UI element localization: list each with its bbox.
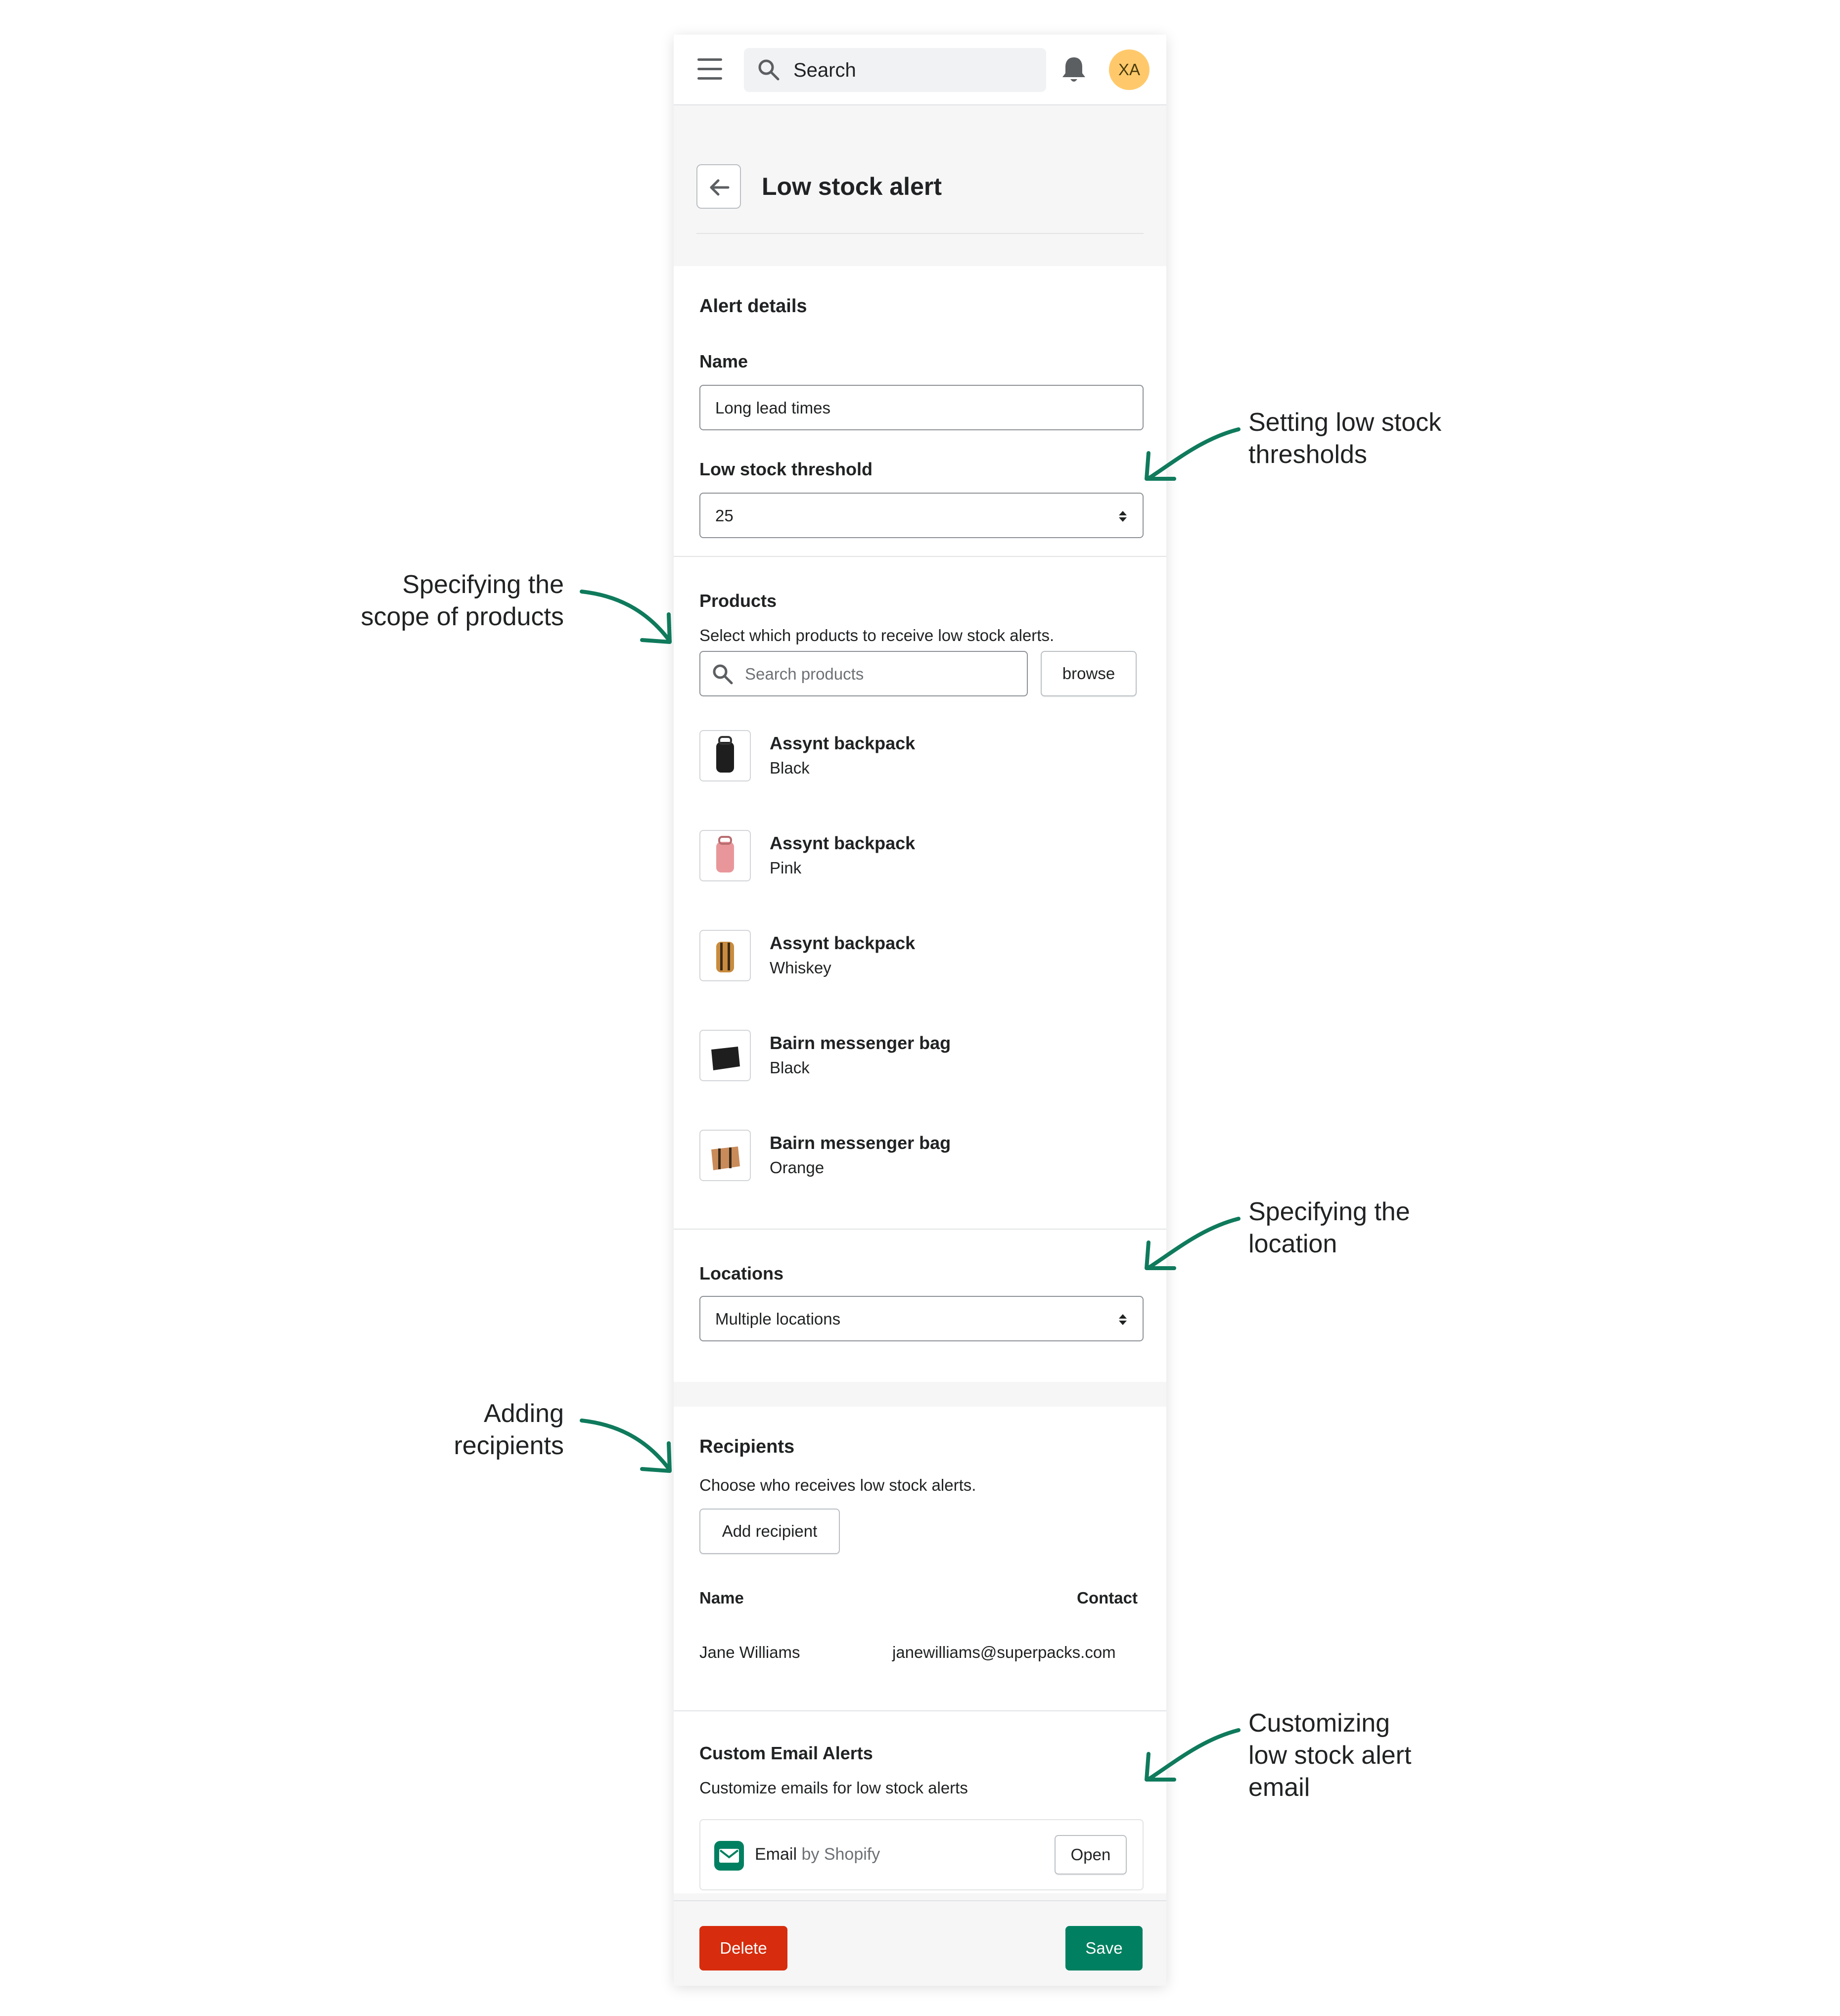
product-name: Assynt backpack (770, 933, 916, 953)
product-name: Assynt backpack (770, 833, 916, 853)
section-divider (674, 1229, 1166, 1230)
select-arrows-icon (1119, 511, 1127, 522)
annotation-recipients: Adding recipients (454, 1399, 564, 1460)
product-variant: Orange (770, 1158, 825, 1177)
open-button[interactable]: Open (1055, 1835, 1127, 1875)
products-heading: Products (699, 591, 777, 611)
annotation-email: Customizing low stock alert email (1248, 1709, 1412, 1802)
product-variant: Pink (770, 859, 802, 877)
product-thumbnail (699, 1030, 751, 1081)
products-help: Select which products to receive low sto… (699, 626, 1055, 644)
recipients-heading: Recipients (699, 1436, 795, 1457)
recipients-card: Recipients Choose who receives low stock… (674, 1407, 1166, 1893)
top-bar: Search XA (674, 35, 1166, 105)
product-thumbnail (699, 930, 751, 981)
product-variant: Whiskey (770, 959, 831, 977)
alert-details-heading: Alert details (699, 296, 807, 317)
product-item[interactable]: Bairn messenger bag Black (699, 1030, 1120, 1084)
product-thumbnail (699, 830, 751, 881)
global-search-input[interactable]: Search (744, 48, 1046, 92)
column-header-contact: Contact (1077, 1589, 1138, 1607)
annotation-location: Specifying the location (1248, 1197, 1410, 1258)
email-icon (714, 1841, 744, 1871)
product-item[interactable]: Assynt backpack Pink (699, 830, 1120, 884)
email-app-row: Email by Shopify Open (699, 1819, 1144, 1890)
email-app-name: Email by Shopify (755, 1845, 880, 1864)
page-title: Low stock alert (762, 173, 942, 200)
product-thumbnail (699, 1130, 751, 1181)
backpack-icon (716, 836, 734, 872)
threshold-label: Low stock threshold (699, 459, 873, 479)
threshold-value: 25 (715, 506, 734, 525)
backpack-icon (716, 736, 734, 773)
annotation-arrow-icon (580, 590, 672, 644)
name-label: Name (699, 351, 748, 371)
bell-icon[interactable] (1059, 54, 1088, 85)
add-recipient-button[interactable]: Add recipient (699, 1509, 840, 1554)
column-header-name: Name (699, 1589, 744, 1607)
browse-button[interactable]: browse (1041, 651, 1137, 696)
custom-email-heading: Custom Email Alerts (699, 1743, 873, 1763)
search-placeholder: Search (793, 59, 856, 81)
messenger-bag-icon (711, 1047, 740, 1070)
product-thumbnail (699, 730, 751, 781)
product-search-placeholder: Search products (745, 665, 864, 683)
annotation-arrow-icon (580, 1419, 672, 1473)
arrow-left-icon (710, 179, 730, 196)
recipients-help: Choose who receives low stock alerts. (699, 1476, 976, 1494)
section-divider (674, 1710, 1166, 1711)
messenger-bag-icon (711, 1146, 740, 1170)
search-icon (758, 59, 780, 81)
annotation-arrow-icon (1145, 1217, 1241, 1270)
backpack-icon (716, 942, 734, 972)
save-button[interactable]: Save (1065, 1926, 1143, 1970)
section-divider (674, 556, 1166, 557)
name-value: Long lead times (715, 399, 830, 417)
threshold-select[interactable]: 25 (699, 493, 1144, 538)
product-name: Bairn messenger bag (770, 1133, 951, 1153)
annotation-arrow-icon (1145, 1728, 1241, 1782)
recipient-contact: janewilliams@superpacks.com (892, 1643, 1116, 1661)
locations-value: Multiple locations (715, 1310, 841, 1328)
product-item[interactable]: Bairn messenger bag Orange (699, 1130, 1120, 1184)
product-search-input[interactable]: Search products (699, 651, 1028, 696)
product-item[interactable]: Assynt backpack Whiskey (699, 930, 1120, 984)
product-item[interactable]: Assynt backpack Black (699, 730, 1120, 784)
annotation-thresholds: Setting low stock thresholds (1248, 408, 1442, 469)
divider (696, 233, 1144, 234)
delete-button[interactable]: Delete (699, 1926, 787, 1970)
back-button[interactable] (696, 164, 741, 209)
product-variant: Black (770, 759, 810, 777)
annotation-products: Specifying the scope of products (361, 570, 564, 631)
locations-heading: Locations (699, 1263, 784, 1283)
select-arrows-icon (1119, 1314, 1127, 1325)
product-name: Bairn messenger bag (770, 1033, 951, 1053)
search-icon (713, 664, 733, 685)
footer-bar: Delete Save (674, 1900, 1166, 1986)
name-field[interactable]: Long lead times (699, 385, 1144, 430)
menu-icon[interactable] (697, 58, 722, 80)
page-header: Low stock alert (674, 105, 1166, 266)
product-name: Assynt backpack (770, 733, 916, 753)
product-variant: Black (770, 1058, 810, 1077)
avatar[interactable]: XA (1109, 49, 1150, 90)
recipient-name: Jane Williams (699, 1643, 800, 1661)
annotation-arrow-icon (1145, 427, 1241, 481)
custom-email-help: Customize emails for low stock alerts (699, 1779, 968, 1797)
alert-card: Alert details Name Long lead times Low s… (674, 266, 1166, 1382)
locations-select[interactable]: Multiple locations (699, 1296, 1144, 1341)
phone-frame: Search XA Low stock alert Alert details … (674, 35, 1166, 1986)
